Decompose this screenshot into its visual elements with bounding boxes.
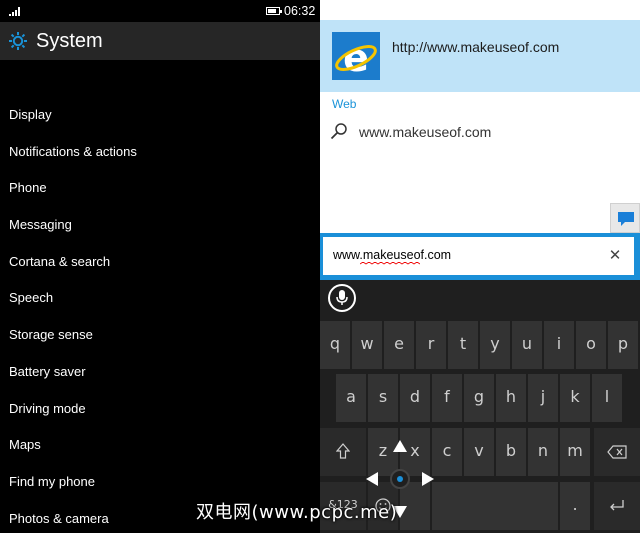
menu-item-notifications[interactable]: Notifications & actions (9, 140, 137, 177)
key-m[interactable]: m (560, 428, 590, 476)
key-d[interactable]: d (400, 374, 430, 422)
key-w[interactable]: w (352, 321, 382, 369)
key-g[interactable]: g (464, 374, 494, 422)
search-icon (330, 123, 347, 140)
address-input[interactable]: www.makeuseof.com (333, 248, 593, 262)
menu-item-find-my-phone[interactable]: Find my phone (9, 470, 137, 507)
page-title: System (36, 30, 103, 52)
battery-icon (266, 7, 282, 15)
browser-phone: e http://www.makeuseof.com Web www.makeu… (320, 0, 640, 533)
dot-key[interactable]: . (560, 482, 590, 530)
key-b[interactable]: b (496, 428, 526, 476)
backspace-key[interactable] (594, 428, 640, 476)
key-p[interactable]: p (608, 321, 638, 369)
key-i[interactable]: i (544, 321, 574, 369)
status-bar: 06:32 (0, 0, 320, 22)
shift-icon (335, 443, 351, 459)
spellcheck-underline (360, 262, 420, 265)
web-search-text: www.makeuseof.com (359, 124, 492, 140)
settings-menu: Display Notifications & actions Phone Me… (9, 103, 137, 533)
signal-icon (9, 7, 20, 16)
url-suggestion[interactable]: e http://www.makeuseof.com (320, 20, 640, 92)
enter-key[interactable] (594, 482, 640, 530)
key-j[interactable]: j (528, 374, 558, 422)
key-y[interactable]: y (480, 321, 510, 369)
chat-bubble-icon (618, 212, 634, 226)
web-section-label: Web (332, 97, 357, 111)
menu-item-speech[interactable]: Speech (9, 286, 137, 323)
key-k[interactable]: k (560, 374, 590, 422)
top-strip (320, 0, 640, 20)
clear-icon[interactable]: ✕ (608, 248, 622, 263)
key-v[interactable]: v (464, 428, 494, 476)
address-bar-frame: www.makeuseof.com ✕ (320, 233, 640, 280)
key-t[interactable]: t (448, 321, 478, 369)
enter-icon (610, 500, 624, 511)
watermark-text: 双电网(www.pcpc.me) (196, 502, 398, 523)
key-c[interactable]: c (432, 428, 462, 476)
menu-item-photos-camera[interactable]: Photos & camera (9, 507, 137, 533)
key-h[interactable]: h (496, 374, 526, 422)
web-search-suggestion[interactable]: www.makeuseof.com (330, 118, 630, 146)
menu-item-display[interactable]: Display (9, 103, 137, 140)
gear-icon (9, 32, 27, 50)
menu-item-driving-mode[interactable]: Driving mode (9, 397, 137, 434)
key-e[interactable]: e (384, 321, 414, 369)
address-bar[interactable]: www.makeuseof.com ✕ (323, 237, 634, 275)
key-l[interactable]: l (592, 374, 622, 422)
space-bar[interactable] (432, 482, 558, 530)
suggestion-url: http://www.makeuseof.com (392, 39, 560, 55)
key-u[interactable]: u (512, 321, 542, 369)
settings-phone: 06:32 System Display Notifications & act… (0, 0, 320, 533)
key-a[interactable]: a (336, 374, 366, 422)
feedback-button[interactable] (610, 203, 640, 233)
key-f[interactable]: f (432, 374, 462, 422)
shift-key[interactable] (320, 428, 366, 476)
menu-item-battery-saver[interactable]: Battery saver (9, 360, 137, 397)
menu-item-messaging[interactable]: Messaging (9, 213, 137, 250)
backspace-icon (607, 445, 627, 459)
menu-item-phone[interactable]: Phone (9, 176, 137, 213)
key-r[interactable]: r (416, 321, 446, 369)
menu-item-storage-sense[interactable]: Storage sense (9, 323, 137, 360)
menu-item-cortana[interactable]: Cortana & search (9, 250, 137, 287)
menu-item-maps[interactable]: Maps (9, 433, 137, 470)
microphone-icon[interactable] (328, 284, 356, 312)
internet-explorer-icon: e (332, 32, 380, 80)
status-time: 06:32 (284, 4, 316, 18)
key-q[interactable]: q (320, 321, 350, 369)
key-s[interactable]: s (368, 374, 398, 422)
key-o[interactable]: o (576, 321, 606, 369)
key-n[interactable]: n (528, 428, 558, 476)
svg-text:e: e (343, 36, 369, 80)
page-header: System (0, 22, 320, 60)
